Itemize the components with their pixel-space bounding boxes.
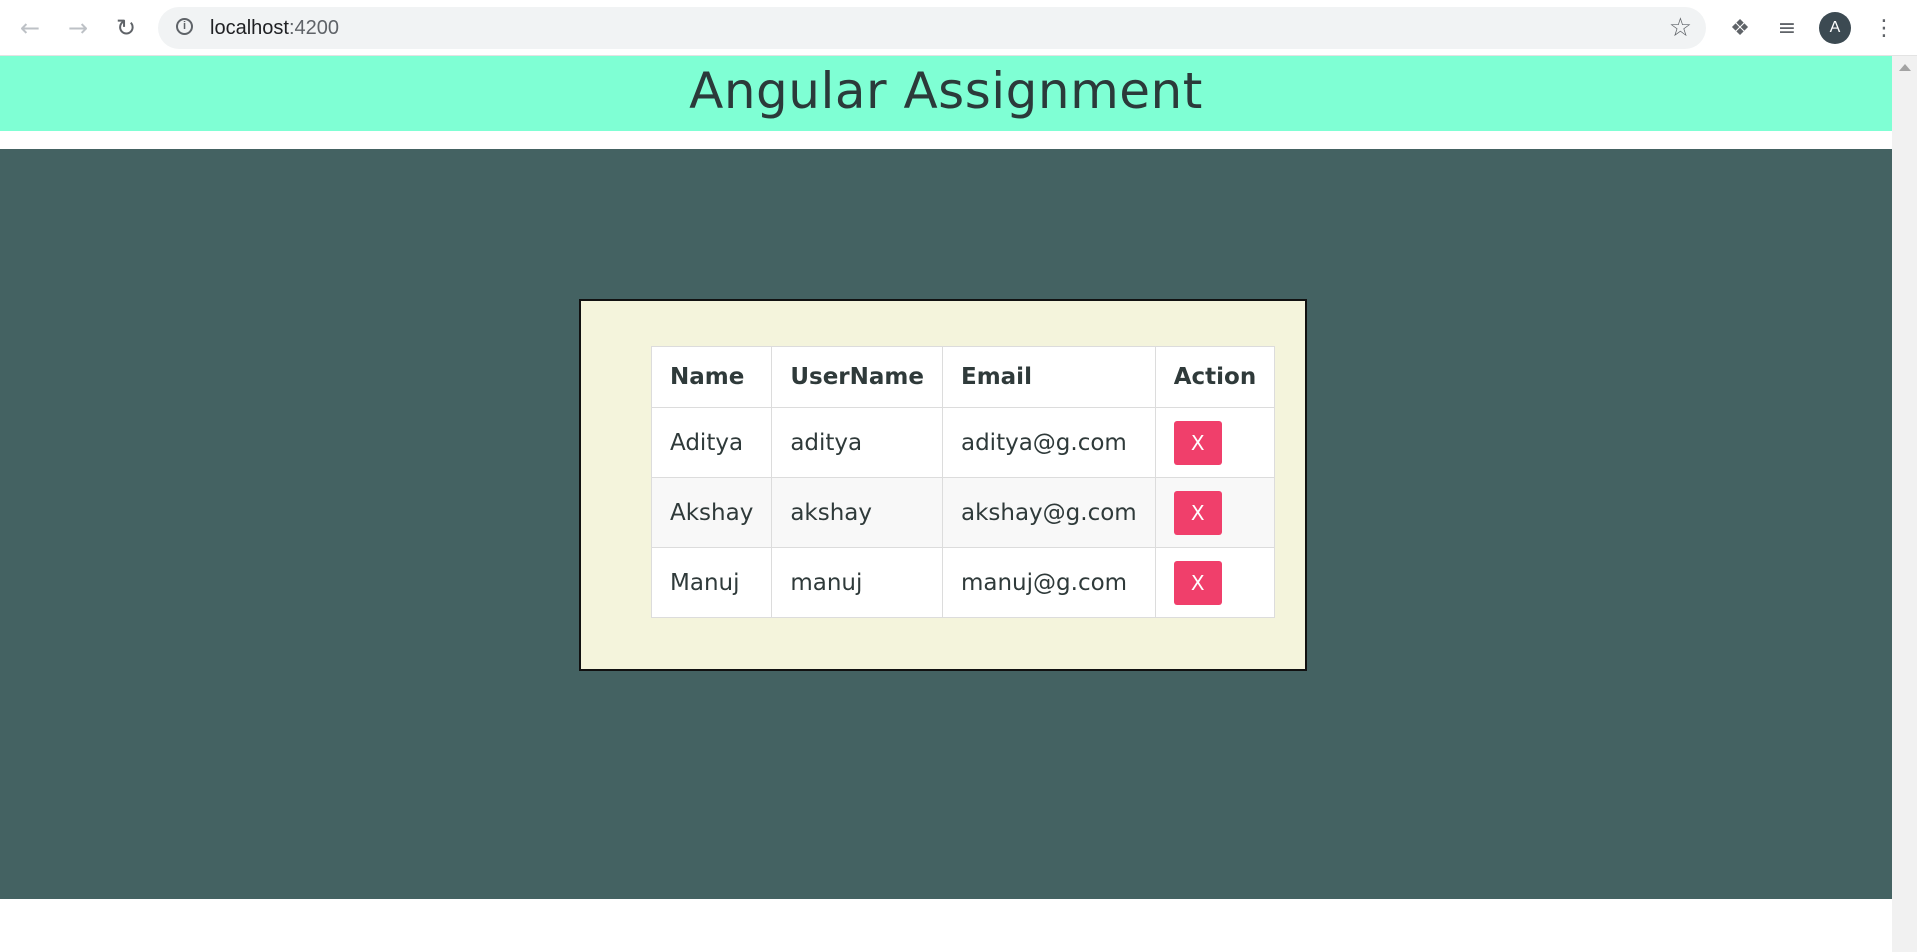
table-row: Manuj manuj manuj@g.com X [650, 547, 1276, 618]
cell-action: X [1154, 547, 1276, 618]
cell-name: Akshay [650, 477, 773, 548]
cell-name: Aditya [650, 407, 773, 478]
cell-action: X [1154, 477, 1276, 548]
profile-avatar[interactable]: A [1819, 12, 1851, 44]
forward-arrow-icon[interactable]: → [60, 10, 96, 46]
delete-button[interactable]: X [1173, 420, 1222, 465]
cell-username: akshay [771, 477, 943, 548]
users-card: Name UserName Email Action Aditya aditya… [579, 299, 1307, 671]
scroll-up-arrow-icon[interactable] [1899, 64, 1911, 71]
table-row: Akshay akshay akshay@g.com X [650, 477, 1276, 548]
users-table: Name UserName Email Action Aditya aditya… [650, 346, 1276, 618]
back-arrow-icon[interactable]: ← [12, 10, 48, 46]
menu-kebab-icon[interactable]: ⋮ [1866, 10, 1902, 46]
browser-toolbar: ← → ↻ i localhost:4200 ☆ ❖ ≡ A ⋮ [0, 0, 1917, 56]
cell-email: akshay@g.com [941, 477, 1156, 548]
table-header-row: Name UserName Email Action [650, 346, 1276, 408]
cell-username: manuj [771, 547, 943, 618]
app-header: Angular Assignment [0, 56, 1892, 131]
page-title: Angular Assignment [689, 61, 1203, 120]
delete-button[interactable]: X [1173, 560, 1222, 605]
page-viewport: Angular Assignment Name UserName Email A… [0, 56, 1892, 952]
vertical-scrollbar[interactable] [1892, 56, 1917, 952]
cell-email: manuj@g.com [941, 547, 1156, 618]
cell-email: aditya@g.com [941, 407, 1156, 478]
column-header-action: Action [1154, 346, 1276, 408]
url-port: :4200 [288, 17, 339, 39]
media-queue-icon[interactable]: ≡ [1769, 10, 1805, 46]
cell-username: aditya [771, 407, 943, 478]
address-bar[interactable]: i localhost:4200 ☆ [158, 7, 1706, 49]
reload-icon[interactable]: ↻ [108, 10, 144, 46]
extensions-icon[interactable]: ❖ [1722, 10, 1758, 46]
column-header-username: UserName [771, 346, 943, 408]
url-text[interactable]: localhost:4200 [210, 17, 339, 40]
delete-button[interactable]: X [1173, 490, 1222, 535]
url-host: localhost [210, 17, 289, 39]
main-content: Name UserName Email Action Aditya aditya… [0, 149, 1892, 899]
site-info-icon[interactable]: i [176, 18, 193, 35]
column-header-email: Email [941, 346, 1156, 408]
column-header-name: Name [650, 346, 773, 408]
cell-name: Manuj [650, 547, 773, 618]
bookmark-star-icon[interactable]: ☆ [1669, 13, 1692, 43]
table-row: Aditya aditya aditya@g.com X [650, 407, 1276, 478]
cell-action: X [1154, 407, 1276, 478]
